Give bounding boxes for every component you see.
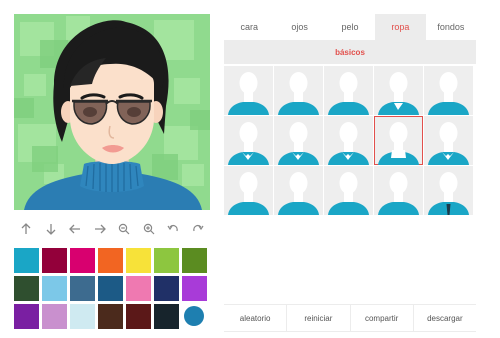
color-swatch[interactable] (70, 276, 95, 301)
clothing-option[interactable] (374, 116, 423, 165)
clothing-thumbnail (228, 122, 269, 165)
move-down-button[interactable] (39, 216, 64, 242)
color-swatch[interactable] (98, 276, 123, 301)
color-swatch[interactable] (184, 306, 204, 326)
color-swatch[interactable] (42, 276, 67, 301)
undo-icon (167, 225, 178, 232)
color-swatch[interactable] (154, 276, 179, 301)
clothing-thumbnail (378, 122, 419, 165)
avatar-illustration (14, 14, 210, 210)
clothing-thumbnail (378, 172, 419, 215)
tab-cara[interactable]: cara (224, 14, 274, 40)
clothing-option[interactable] (274, 166, 323, 215)
tab-pelo[interactable]: pelo (325, 14, 375, 40)
zoom-out-button[interactable] (112, 216, 137, 242)
arrow-up-icon (21, 223, 31, 234)
clothing-option[interactable] (274, 116, 323, 165)
clothing-thumbnail (278, 72, 319, 115)
color-swatch[interactable] (126, 248, 151, 273)
clothing-option[interactable] (224, 166, 273, 215)
zoom-out-icon (119, 223, 130, 235)
undo-button[interactable] (161, 216, 186, 242)
color-swatch[interactable] (182, 276, 207, 301)
arrow-down-icon (46, 224, 56, 235)
clothing-thumbnail (428, 122, 469, 165)
clothing-option[interactable] (424, 166, 473, 215)
arrow-right-icon (94, 224, 106, 234)
download-button[interactable]: descargar (412, 305, 476, 331)
color-swatch[interactable] (182, 248, 207, 273)
move-up-button[interactable] (14, 216, 39, 242)
clothing-thumbnail (428, 72, 469, 115)
random-button[interactable]: aleatorio (224, 305, 286, 331)
zoom-in-icon (143, 223, 155, 235)
tab-fondos[interactable]: fondos (426, 14, 476, 40)
color-swatch[interactable] (98, 248, 123, 273)
clothing-thumbnail (328, 72, 369, 115)
redo-icon (193, 225, 204, 232)
reset-button[interactable]: reiniciar (286, 305, 349, 331)
color-swatch[interactable] (14, 248, 39, 273)
tab-ojos[interactable]: ojos (274, 14, 324, 40)
zoom-in-button[interactable] (137, 216, 162, 242)
clothing-option[interactable] (324, 116, 373, 165)
color-swatch[interactable] (70, 304, 95, 329)
position-toolbar (14, 216, 210, 242)
clothing-thumbnail (328, 122, 369, 165)
color-swatch[interactable] (70, 248, 95, 273)
color-swatch[interactable] (154, 304, 179, 329)
clothing-option[interactable] (324, 166, 373, 215)
color-swatch[interactable] (154, 248, 179, 273)
action-bar: aleatorio reiniciar compartir descargar (224, 304, 476, 332)
color-swatch[interactable] (126, 304, 151, 329)
redo-button[interactable] (186, 216, 211, 242)
subtab-basicos[interactable]: básicos (335, 48, 365, 57)
clothing-option[interactable] (424, 66, 473, 115)
color-palette (14, 248, 210, 330)
clothing-thumbnail (328, 172, 369, 215)
move-left-button[interactable] (63, 216, 88, 242)
clothing-thumbnail (228, 172, 269, 215)
color-swatch[interactable] (98, 304, 123, 329)
color-swatch[interactable] (126, 276, 151, 301)
category-tabs: cara ojos pelo ropa fondos (224, 14, 476, 40)
clothes-grid (224, 66, 476, 216)
color-swatch[interactable] (42, 248, 67, 273)
subcategory-bar: básicos (224, 40, 476, 64)
clothing-option[interactable] (324, 66, 373, 115)
color-swatch[interactable] (14, 304, 39, 329)
arrow-left-icon (69, 224, 81, 234)
clothing-option[interactable] (424, 116, 473, 165)
clothing-thumbnail (428, 172, 469, 215)
color-swatch[interactable] (42, 304, 67, 329)
color-swatch[interactable] (14, 276, 39, 301)
avatar-preview (14, 14, 210, 210)
clothing-option[interactable] (274, 66, 323, 115)
clothing-thumbnail (278, 172, 319, 215)
clothing-thumbnail (278, 122, 319, 165)
share-button[interactable]: compartir (349, 305, 413, 331)
clothing-option[interactable] (374, 66, 423, 115)
clothing-option[interactable] (224, 116, 273, 165)
clothing-thumbnail (228, 72, 269, 115)
clothing-option[interactable] (224, 66, 273, 115)
move-right-button[interactable] (88, 216, 113, 242)
clothing-option[interactable] (374, 166, 423, 215)
clothing-thumbnail (378, 72, 419, 115)
tab-ropa[interactable]: ropa (375, 14, 426, 40)
